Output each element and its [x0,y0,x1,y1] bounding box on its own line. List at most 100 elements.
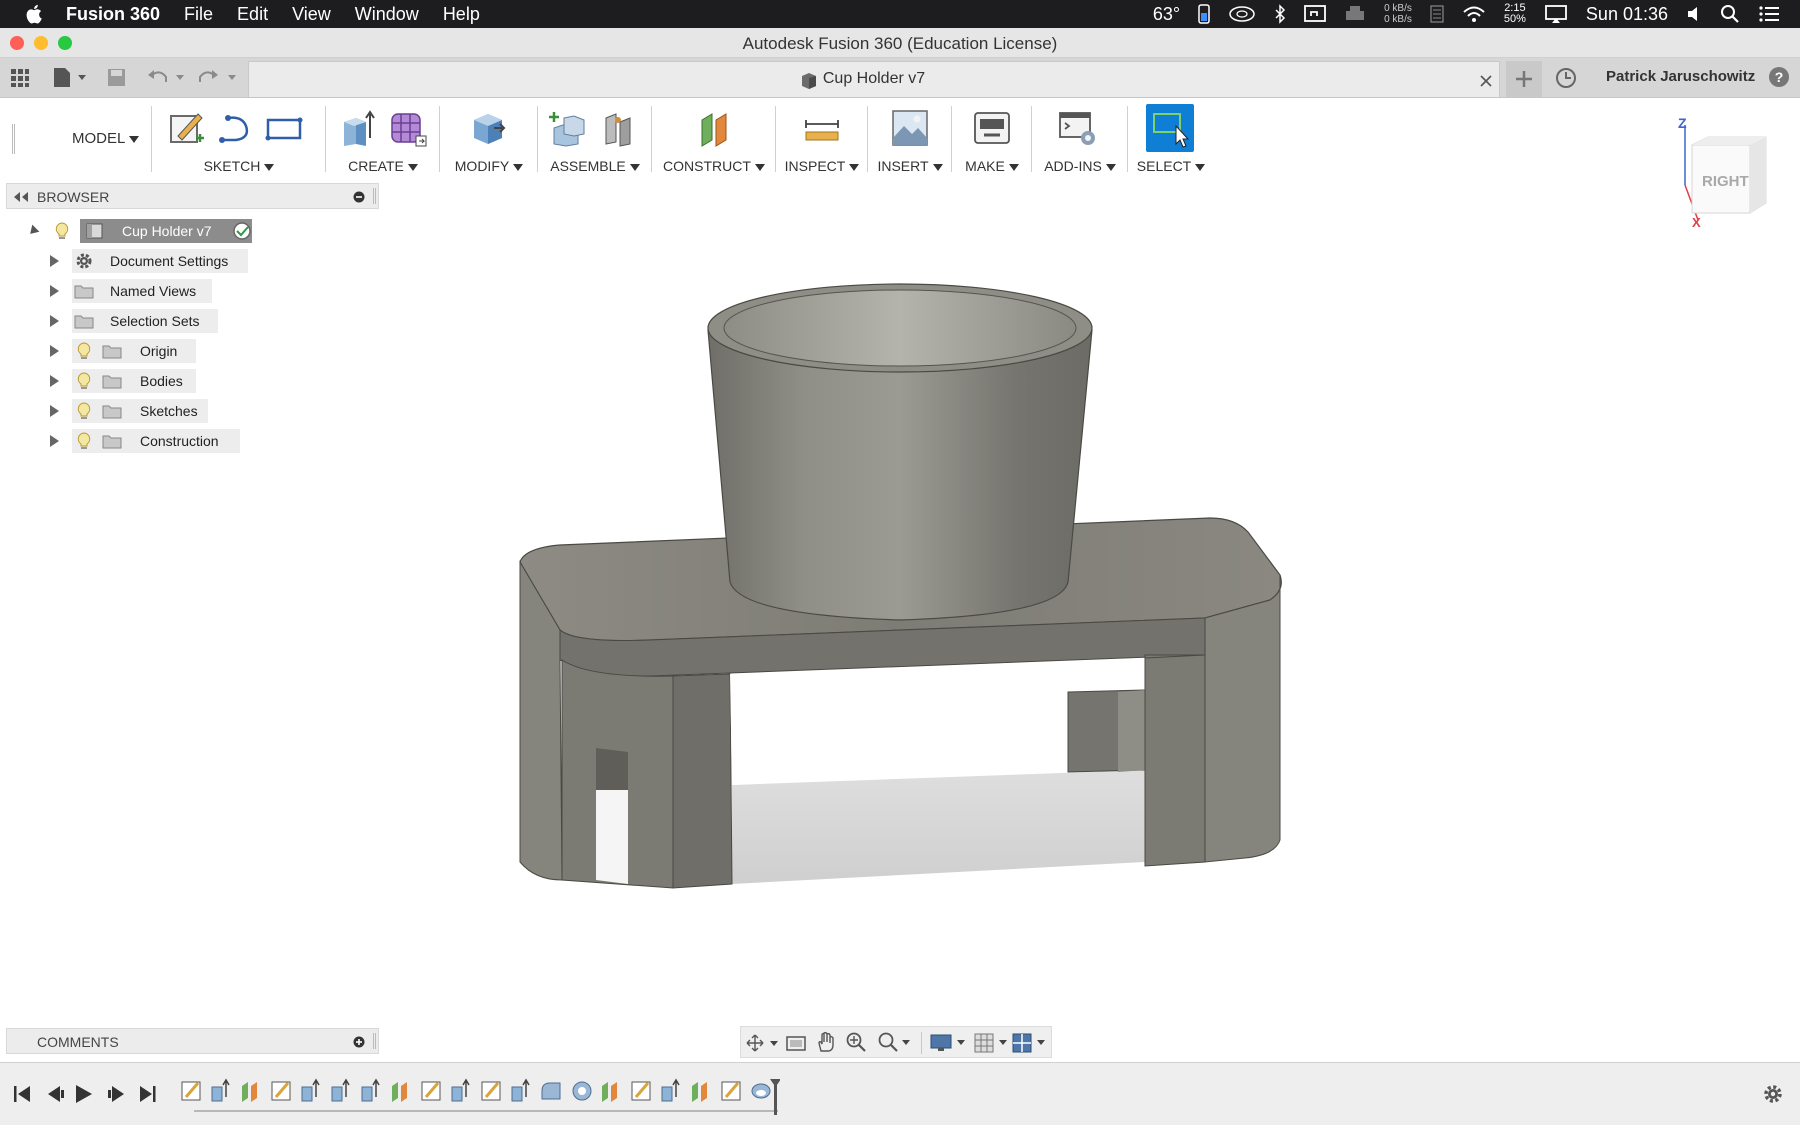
select-menu[interactable]: SELECT [1128,158,1214,174]
jump-to-start-icon[interactable] [14,1086,30,1102]
new-tab-button[interactable] [1506,61,1542,97]
battery-status[interactable]: 2:15 50% [1504,3,1526,25]
expanded-arrow-icon[interactable] [26,224,40,238]
wifi-icon[interactable] [1462,4,1486,24]
browser-item-sketches[interactable]: Sketches [46,399,266,423]
expand-arrow-icon[interactable] [50,255,59,267]
browser-root-row[interactable]: Cup Holder v7 [24,219,264,243]
display-settings-icon[interactable] [929,1032,969,1054]
volume-icon[interactable] [1686,4,1702,24]
timeline-feature-sketch-icon[interactable] [721,1081,741,1101]
extrude-icon[interactable] [338,108,378,148]
timeline-feature-plane-icon[interactable] [392,1082,407,1102]
visibility-bulb-icon[interactable] [76,342,92,360]
expand-arrow-icon[interactable] [50,405,59,417]
timeline-feature-fillet-icon[interactable] [541,1082,561,1100]
pan-hand-icon[interactable] [815,1031,837,1053]
create-menu[interactable]: CREATE [326,158,440,174]
select-tool-button[interactable] [1146,104,1194,152]
job-status-clock-icon[interactable] [1555,67,1577,89]
modify-menu[interactable]: MODIFY [440,158,538,174]
timeline-feature-plane-icon[interactable] [602,1082,617,1102]
menu-file[interactable]: File [184,4,213,25]
timeline-feature-plane-icon[interactable] [242,1082,257,1102]
play-icon[interactable] [76,1085,92,1103]
timeline-feature-sketch-icon[interactable] [271,1081,291,1101]
timeline-settings-gear-icon[interactable] [1762,1083,1784,1105]
file-menu-icon[interactable] [52,66,88,88]
menu-edit[interactable]: Edit [237,4,268,25]
timeline-feature-extrude-icon[interactable] [661,1078,680,1102]
memory-icon[interactable] [1430,4,1444,24]
airplay-icon[interactable] [1544,4,1568,24]
construct-menu[interactable]: CONSTRUCT [652,158,776,174]
printer-icon[interactable] [1344,4,1366,24]
notification-center-icon[interactable] [1758,4,1780,24]
timeline-feature-sketch-icon[interactable] [481,1081,501,1101]
orbit-icon[interactable] [745,1033,781,1053]
timeline-feature-extrude-icon[interactable] [211,1078,230,1102]
assemble-menu[interactable]: ASSEMBLE [538,158,652,174]
make-menu[interactable]: MAKE [952,158,1032,174]
line-tool-icon[interactable] [216,108,256,148]
clock[interactable]: Sun 01:36 [1586,4,1668,25]
measure-icon[interactable] [802,108,842,148]
visibility-bulb-icon[interactable] [76,402,92,420]
insert-menu[interactable]: INSERT [868,158,952,174]
add-ins-menu[interactable]: ADD-INS [1032,158,1128,174]
press-pull-icon[interactable] [468,108,508,148]
expand-arrow-icon[interactable] [50,435,59,447]
step-forward-icon[interactable] [108,1086,124,1102]
offset-plane-icon[interactable] [694,108,734,148]
rectangle-tool-icon[interactable] [264,108,304,148]
disk-icon[interactable] [1228,4,1256,24]
workspace-switcher[interactable]: MODEL [72,130,140,147]
timeline-feature-sketch-icon[interactable] [181,1081,201,1101]
visibility-bulb-icon[interactable] [76,432,92,450]
user-account-name[interactable]: Patrick Jaruschowitz [1606,68,1755,85]
expand-arrow-icon[interactable] [50,315,59,327]
zoom-icon[interactable] [845,1031,867,1053]
expand-arrow-icon[interactable] [50,285,59,297]
spotlight-search-icon[interactable] [1720,4,1740,24]
browser-item-named-views[interactable]: Named Views [46,279,266,303]
timeline-feature-extrude-icon[interactable] [331,1078,350,1102]
timeline-feature-extrude-icon[interactable] [301,1078,320,1102]
timeline-feature-extrude-icon[interactable] [511,1078,530,1102]
joint-icon[interactable] [598,108,638,148]
jump-to-end-icon[interactable] [140,1086,156,1102]
minimize-panel-icon[interactable] [353,191,365,203]
data-panel-grid-icon[interactable] [10,68,30,88]
panel-grip[interactable] [373,188,376,204]
model-viewport[interactable] [0,180,1800,1020]
visibility-bulb-icon[interactable] [76,372,92,390]
step-back-icon[interactable] [48,1086,64,1102]
browser-item-selection-sets[interactable]: Selection Sets [46,309,266,333]
timeline-feature-plane-icon[interactable] [692,1082,707,1102]
look-at-icon[interactable] [785,1033,807,1053]
panel-grip[interactable] [373,1033,376,1049]
sketch-menu[interactable]: SKETCH [152,158,326,174]
expand-arrow-icon[interactable] [50,345,59,357]
timeline-feature-shell-icon[interactable] [572,1081,592,1101]
fit-zoom-icon[interactable] [877,1031,913,1053]
temperature-status[interactable]: 63° [1153,4,1180,25]
phone-battery-icon[interactable] [1198,4,1210,24]
expand-comments-icon[interactable] [353,1036,365,1048]
help-icon[interactable]: ? [1768,66,1790,88]
viewports-icon[interactable] [1011,1032,1051,1054]
new-component-icon[interactable] [548,108,588,148]
cast-icon[interactable] [1304,4,1326,24]
grid-snaps-icon[interactable] [973,1032,1013,1054]
redo-icon[interactable] [198,67,240,87]
collapse-panel-icon[interactable] [13,191,29,203]
inspect-menu[interactable]: INSPECT [776,158,868,174]
timeline-feature-combine-icon[interactable] [751,1083,771,1099]
undo-icon[interactable] [146,67,188,87]
app-menu-fusion[interactable]: Fusion 360 [66,4,160,25]
timeline-marker-icon[interactable] [770,1079,780,1115]
create-sketch-icon[interactable] [168,108,208,148]
browser-item-document-settings[interactable]: Document Settings [46,249,266,273]
3d-print-icon[interactable] [972,108,1012,148]
insert-image-icon[interactable] [890,108,930,148]
